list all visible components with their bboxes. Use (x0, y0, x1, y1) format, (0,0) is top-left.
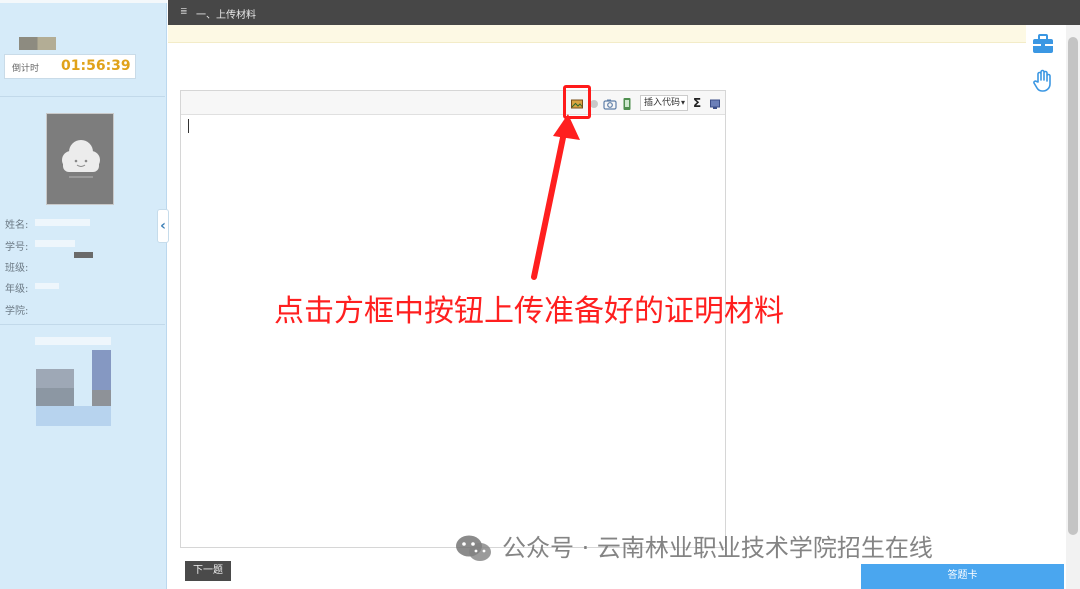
hand-icon (1033, 69, 1051, 92)
blurred-stats (36, 388, 74, 406)
formula-button[interactable]: Σ (693, 96, 703, 110)
briefcase-button[interactable] (1030, 31, 1056, 57)
timer-value: 01:56:39 (61, 58, 131, 74)
red-arrow-icon (531, 114, 580, 280)
briefcase-icon (1033, 34, 1053, 53)
left-sidebar: 倒计时 01:56:39 姓名: 学号: 班级: 年级: 学院: (0, 0, 167, 589)
screen-icon (710, 99, 720, 109)
list-icon: ≣ (180, 7, 188, 17)
page-title: 一、上传材料 (196, 10, 256, 21)
redacted-value (35, 283, 59, 289)
info-class: 班级: (5, 263, 29, 274)
info-grade: 年级: (5, 284, 29, 295)
redacted-value (74, 252, 93, 258)
collapse-sidebar-button[interactable]: ‹ (157, 209, 169, 243)
top-bar: ≣ 一、上传材料 (168, 0, 1080, 25)
blurred-stats (35, 337, 111, 345)
countdown-timer: 倒计时 01:56:39 (4, 54, 136, 79)
blurred-stats (36, 406, 111, 426)
redacted-value (35, 240, 75, 247)
avatar-placeholder-icon (62, 140, 100, 178)
sidebar-divider (0, 96, 165, 97)
info-student-id: 学号: (5, 242, 29, 253)
editor-toolbar: 插入代码 ▾ Σ (181, 91, 725, 115)
raise-hand-button[interactable] (1030, 68, 1056, 94)
blurred-stats (36, 369, 74, 388)
instruction-annotation: 点击方框中按钮上传准备好的证明材料 (274, 294, 784, 329)
info-name: 姓名: (5, 220, 29, 231)
sigma-icon: Σ (693, 96, 702, 110)
insert-code-label: 插入代码 (644, 98, 681, 108)
watermark-text: 公众号 · 云南林业职业技术学院招生在线 (502, 534, 933, 562)
screen-button[interactable] (710, 96, 720, 110)
phone-upload-button[interactable] (622, 96, 632, 110)
answer-card-button[interactable]: 答题卡 (861, 564, 1064, 589)
wechat-icon (456, 535, 491, 561)
exam-page: 倒计时 01:56:39 姓名: 学号: 班级: 年级: 学院: ‹ ≣ 一、上… (0, 0, 1080, 589)
watermark: 公众号 · 云南林业职业技术学院招生在线 (454, 528, 933, 565)
sidebar-top-line (0, 0, 167, 3)
info-college: 学院: (5, 306, 29, 317)
next-question-button[interactable]: 下一题 (185, 561, 231, 581)
scroll-thumb[interactable] (1068, 37, 1078, 535)
chevron-left-icon: ‹ (160, 218, 166, 234)
page-scrollbar[interactable] (1066, 25, 1080, 589)
timer-label: 倒计时 (12, 64, 40, 74)
avatar (46, 113, 114, 205)
blurred-logo (19, 37, 56, 50)
redacted-value (35, 219, 90, 226)
blurred-stats (92, 390, 111, 406)
dropdown-caret-icon: ▾ (681, 98, 686, 107)
notice-strip (168, 25, 1026, 43)
blurred-stats (92, 350, 111, 390)
phone-icon (623, 98, 631, 110)
sidebar-divider (0, 324, 165, 325)
text-cursor (188, 119, 189, 133)
